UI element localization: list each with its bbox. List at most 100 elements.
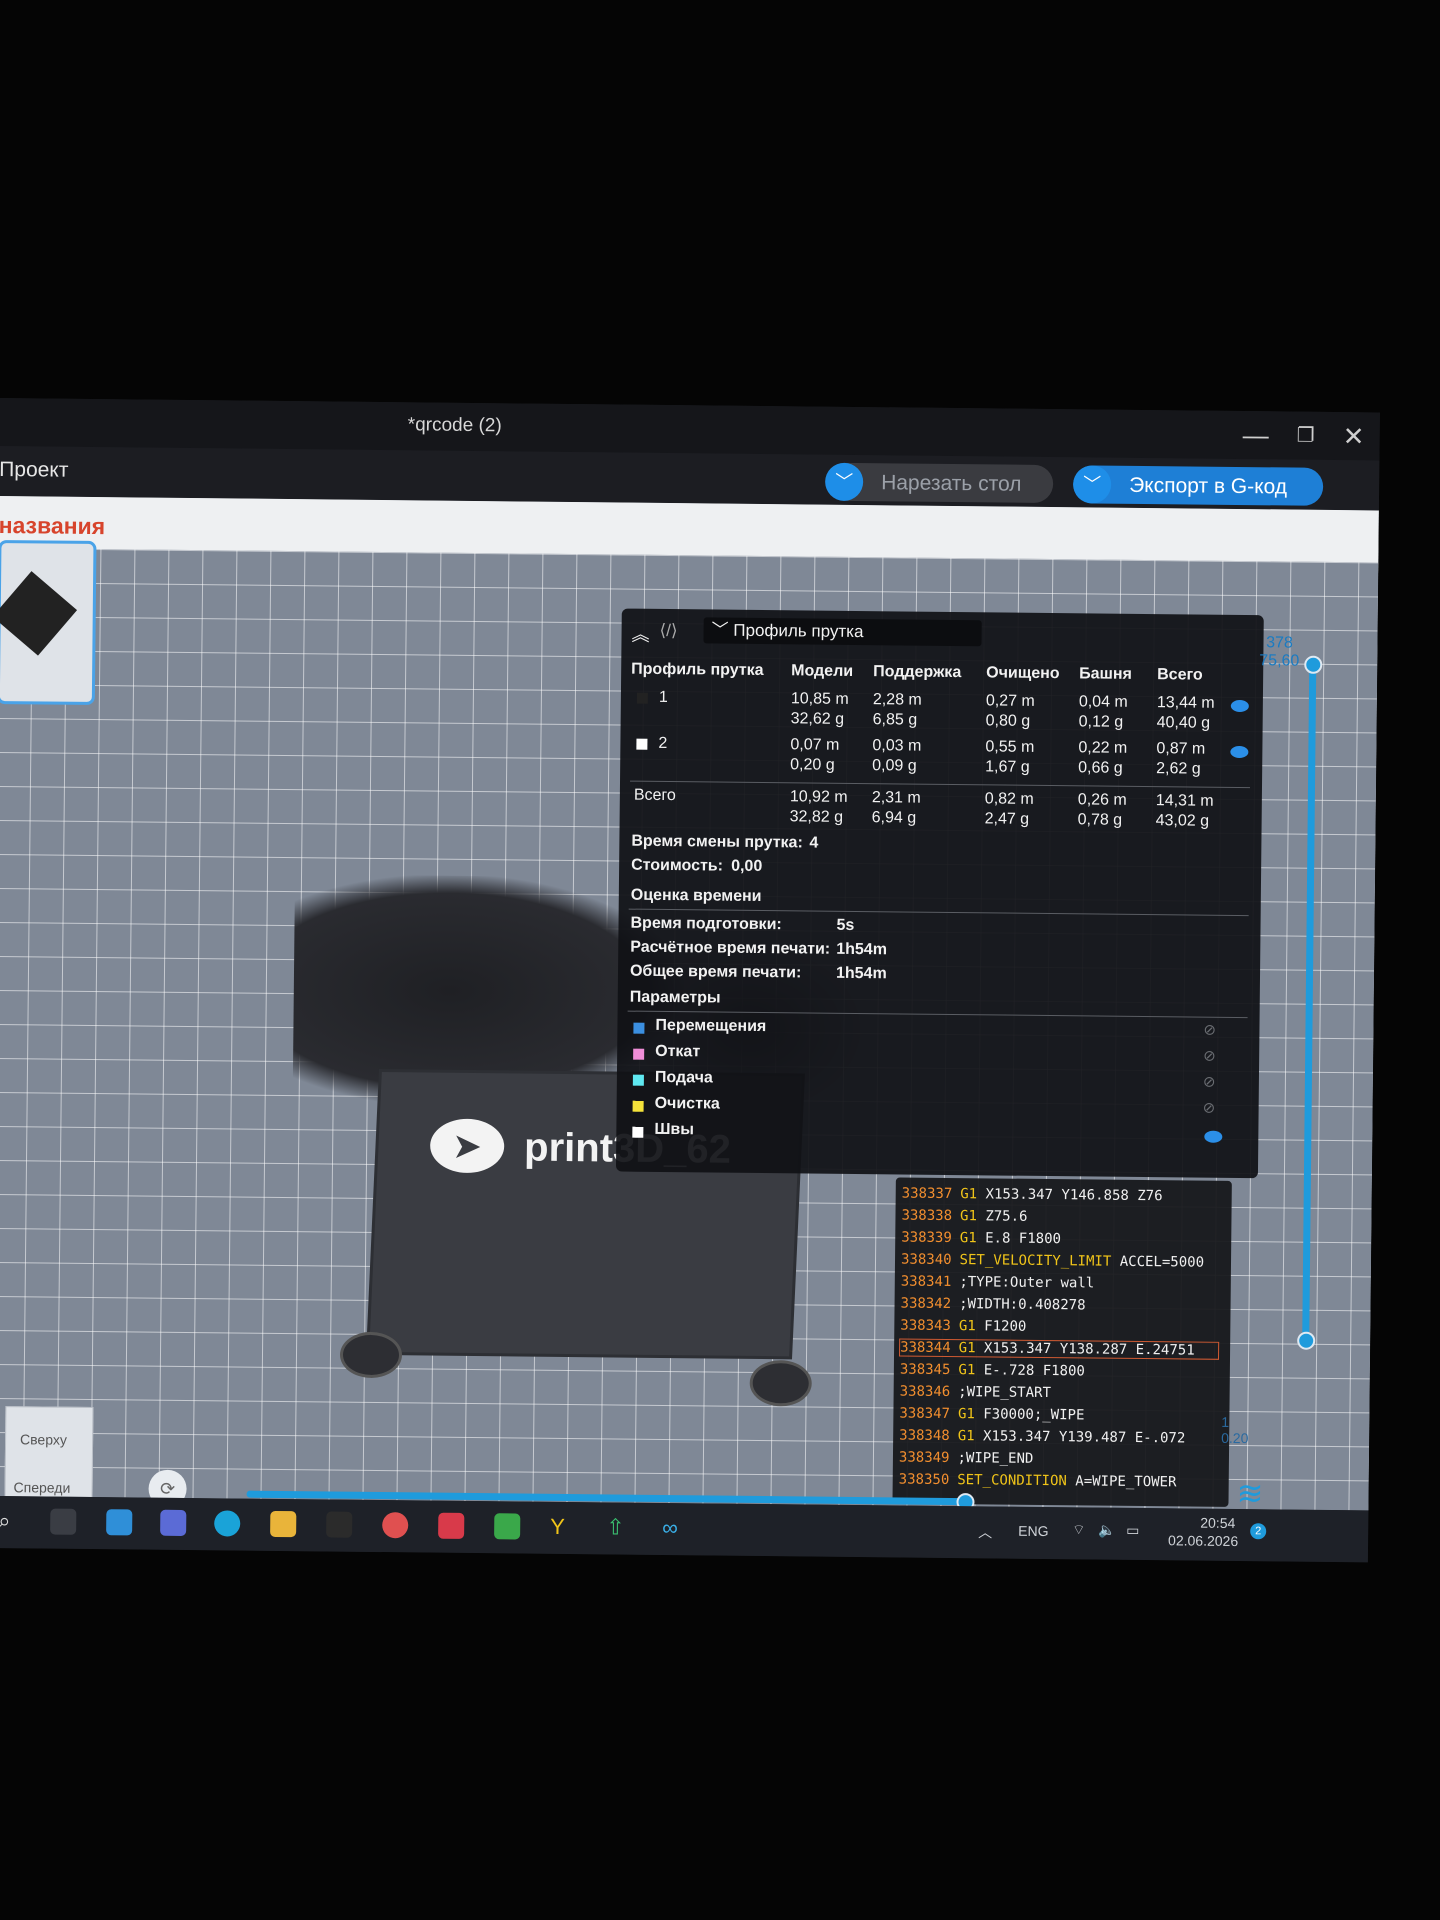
view-front-face[interactable]: Спереди xyxy=(14,1479,71,1496)
gcode-line: 338342 ;WIDTH:0.408278 xyxy=(900,1295,1086,1314)
filament-1-flushed-len: 0,27 m xyxy=(985,692,1035,710)
chevron-down-icon: ﹀ xyxy=(711,620,734,640)
plate-name[interactable]: названия xyxy=(0,512,105,540)
bottom-layer-height: 0.20 xyxy=(1221,1429,1249,1447)
collapse-icon[interactable]: ︽ xyxy=(631,621,649,647)
yandex-icon[interactable] xyxy=(382,1512,409,1539)
search-icon[interactable]: ⌕ xyxy=(0,1508,24,1534)
eye-off-icon[interactable]: ⊘ xyxy=(1203,1021,1216,1039)
slicer-icon[interactable]: ∞ xyxy=(662,1515,688,1541)
edge-icon[interactable] xyxy=(214,1510,241,1537)
window-title: *qrcode (2) xyxy=(407,414,502,437)
telegram-icon: ➤ xyxy=(429,1118,505,1174)
filament-2-total-wt: 2,62 g xyxy=(1156,760,1201,778)
filament-1-models-len: 10,85 m xyxy=(790,690,849,708)
divider xyxy=(630,780,1250,789)
filament-1-models-wt: 32,62 g xyxy=(790,710,845,728)
clock-time[interactable]: 20:54 xyxy=(1200,1515,1235,1531)
restore-button[interactable]: ❐ xyxy=(1286,419,1326,451)
view-mode-value: Профиль прутка xyxy=(733,620,864,642)
gcode-line: 338343 G1 F1200 xyxy=(900,1317,1027,1335)
eye-icon[interactable] xyxy=(1230,745,1249,759)
chevron-down-icon[interactable]: ﹀ xyxy=(1072,465,1112,504)
view-cube[interactable]: Сверху Спереди xyxy=(4,1406,94,1511)
thumbnail-model xyxy=(0,571,78,656)
eye-icon[interactable] xyxy=(1204,1130,1223,1143)
slice-plate-button[interactable]: ﹀ Нарезать стол xyxy=(824,462,1054,504)
taskview-icon[interactable] xyxy=(50,1508,77,1535)
gcode-line: 338348 G1 X153.347 Y139.487 E-.072 xyxy=(899,1427,1186,1447)
gcode-line: 338337 G1 X153.347 Y146.858 Z76 xyxy=(901,1185,1163,1205)
export-gcode-button[interactable]: ﹀ Экспорт в G-код xyxy=(1072,465,1324,506)
gcode-line: 338349 ;WIPE_END xyxy=(898,1449,1034,1467)
language-indicator[interactable]: ENG xyxy=(1018,1523,1049,1539)
filament-2-models-wt: 0,20 g xyxy=(790,756,835,774)
layer-slider-top-handle[interactable] xyxy=(1304,655,1323,674)
filament-1-support-wt: 6,85 g xyxy=(872,711,918,729)
filament-2-support-len: 0,03 m xyxy=(872,737,922,755)
legend-swatch xyxy=(632,1126,644,1138)
gcode-line: 338340 SET_VELOCITY_LIMIT ACCEL=5000 xyxy=(900,1251,1205,1271)
filament-profile-panel: ︽ ⟨/⟩ ﹀ Профиль прутка Профиль прутка Мо… xyxy=(615,608,1264,1179)
totals-label: Всего xyxy=(633,786,676,805)
explorer-icon[interactable] xyxy=(270,1510,297,1538)
totals-models-wt: 32,82 g xyxy=(789,808,844,826)
legend-swatch xyxy=(632,1074,644,1086)
gcode-line: 338341 ;TYPE:Outer wall xyxy=(900,1273,1095,1292)
col-models: Модели xyxy=(791,662,854,680)
vpn-icon[interactable] xyxy=(494,1513,521,1540)
legend-swatch xyxy=(633,1048,645,1060)
wps-icon[interactable] xyxy=(438,1512,465,1539)
filament-1-support-len: 2,28 m xyxy=(872,691,922,709)
eye-off-icon[interactable]: ⊘ xyxy=(1203,1073,1216,1091)
col-total: Всего xyxy=(1157,666,1203,684)
wifi-icon[interactable]: ⌔ xyxy=(1072,1521,1085,1539)
eye-off-icon[interactable]: ⊘ xyxy=(1203,1047,1216,1065)
totals-tower-len: 0,26 m xyxy=(1077,791,1127,809)
code-toggle-icon[interactable]: ⟨/⟩ xyxy=(659,621,678,641)
col-flushed: Очищено xyxy=(986,664,1060,683)
filament-2-tower-wt: 0,66 g xyxy=(1078,759,1123,777)
eye-icon[interactable] xyxy=(1230,699,1249,713)
cost-value: 0,00 xyxy=(731,857,763,876)
view-top-face[interactable]: Сверху xyxy=(20,1431,67,1447)
plate-thumbnail[interactable] xyxy=(0,539,97,706)
volume-icon[interactable]: 🔈 xyxy=(1098,1522,1116,1539)
filament-2-models-len: 0,07 m xyxy=(790,736,840,754)
gcode-line: 338339 G1 E.8 F1800 xyxy=(901,1229,1062,1248)
eye-off-icon[interactable]: ⊘ xyxy=(1203,1099,1216,1117)
notification-badge[interactable]: 2 xyxy=(1250,1523,1267,1540)
project-menu[interactable]: Проект xyxy=(0,458,69,483)
layer-bottom-readout: 1 0.20 xyxy=(1221,1414,1249,1446)
view-mode-select[interactable]: ﹀ Профиль прутка xyxy=(703,617,982,647)
filament-1-swatch xyxy=(636,692,648,704)
tray-expand-icon[interactable]: ︿ xyxy=(978,1522,992,1542)
upload-icon[interactable]: ⇧ xyxy=(606,1514,632,1540)
calc-time-label: Расчётное время печати: xyxy=(630,938,831,958)
ybrowser-icon[interactable]: Y xyxy=(550,1514,576,1540)
model-foot-right xyxy=(749,1359,812,1407)
close-button[interactable]: ✕ xyxy=(1334,420,1374,452)
chevron-down-icon[interactable]: ﹀ xyxy=(824,462,864,502)
widgets-icon[interactable] xyxy=(106,1509,133,1536)
minimize-button[interactable]: — xyxy=(1236,419,1276,451)
gcode-line: 338347 G1 F30000;_WIPE xyxy=(899,1405,1085,1424)
figma-icon[interactable] xyxy=(326,1511,353,1538)
filament-2-support-wt: 0,09 g xyxy=(872,757,917,775)
legend-swatch xyxy=(633,1022,645,1034)
battery-icon[interactable]: ▭ xyxy=(1126,1522,1139,1539)
chat-icon[interactable] xyxy=(160,1509,187,1537)
param-travel: Перемещения xyxy=(655,1016,767,1036)
filament-2-tower-len: 0,22 m xyxy=(1078,739,1128,757)
totals-support-wt: 6,94 g xyxy=(871,809,917,827)
top-layer-number: 378 xyxy=(1266,634,1293,652)
param-retract: Откат xyxy=(655,1042,701,1061)
filament-2-swatch xyxy=(636,738,648,750)
clock-date[interactable]: 02.06.2026 xyxy=(1168,1532,1238,1549)
layers-icon[interactable]: ≋ xyxy=(1236,1474,1263,1510)
layer-slider-bottom-handle[interactable] xyxy=(1297,1331,1316,1350)
prep-time-label: Время подготовки: xyxy=(630,914,782,934)
3d-viewport[interactable]: названия ➤ print3D_62 ︽ ⟨/⟩ ﹀ Профиль пр… xyxy=(0,495,1379,1511)
time-section-title: Оценка времени xyxy=(630,886,762,906)
gcode-line-current: 338344 G1 X153.347 Y138.287 E.24751 xyxy=(899,1338,1220,1361)
